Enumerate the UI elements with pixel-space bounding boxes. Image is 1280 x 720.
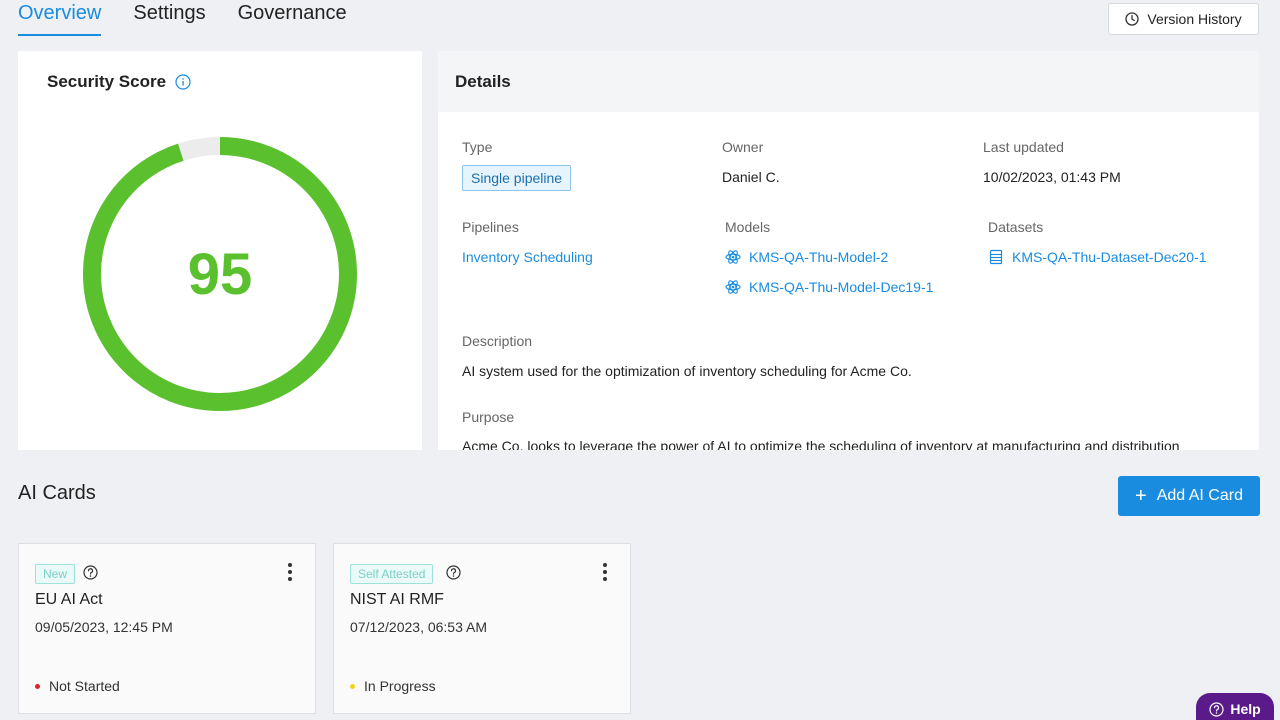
type-tag: Single pipeline: [462, 165, 572, 191]
tab-settings[interactable]: Settings: [133, 0, 205, 36]
last-updated-label: Last updated: [983, 139, 1064, 155]
security-score-label: Security Score: [47, 72, 167, 91]
status-label: Not Started: [49, 678, 120, 694]
model-link-text: KMS-QA-Thu-Model-2: [749, 249, 889, 265]
card-badge: Self Attested: [350, 564, 434, 584]
details-panel: Details Type Single pipeline Owner Danie…: [438, 51, 1259, 450]
status-dot: [350, 683, 355, 689]
status-dot: [35, 683, 40, 689]
dataset-link[interactable]: KMS-QA-Thu-Dataset-Dec20-1: [988, 249, 1207, 265]
owner-value: Daniel C.: [722, 169, 780, 185]
card-title: NIST AI RMF: [350, 591, 444, 608]
pipelines-label: Pipelines: [462, 219, 519, 235]
dataset-icon: [989, 249, 1003, 265]
purpose-value: Acme Co. looks to leverage the power of …: [462, 438, 1180, 450]
atom-icon: [725, 250, 741, 264]
security-score-title: Security Score: [47, 72, 191, 92]
ai-card[interactable]: Self Attested NIST AI RMF 07/12/2023, 06…: [333, 543, 631, 714]
card-date: 07/12/2023, 06:53 AM: [350, 619, 487, 635]
ai-card[interactable]: New EU AI Act 09/05/2023, 12:45 PM Not S…: [18, 543, 316, 714]
info-icon[interactable]: [175, 74, 191, 90]
security-score-card: Security Score 95: [18, 51, 422, 450]
type-label: Type: [462, 139, 493, 155]
model-link[interactable]: KMS-QA-Thu-Model-2: [725, 249, 888, 265]
details-title: Details: [438, 51, 1259, 112]
tab-overview[interactable]: Overview: [18, 0, 102, 36]
description-value: AI system used for the optimization of i…: [462, 363, 912, 379]
dataset-link-text: KMS-QA-Thu-Dataset-Dec20-1: [1012, 249, 1207, 265]
ai-cards-title: AI Cards: [18, 482, 96, 504]
pipeline-link[interactable]: Inventory Scheduling: [462, 249, 593, 265]
card-date: 09/05/2023, 12:45 PM: [35, 619, 173, 635]
pipeline-link-text: Inventory Scheduling: [462, 249, 593, 265]
tab-governance[interactable]: Governance: [238, 0, 347, 36]
card-title: EU AI Act: [35, 591, 103, 608]
purpose-label: Purpose: [462, 409, 515, 425]
add-ai-card-label: Add AI Card: [1156, 487, 1243, 504]
card-status: Not Started: [35, 678, 120, 694]
last-updated-value: 10/02/2023, 01:43 PM: [983, 169, 1121, 185]
add-ai-card-button[interactable]: + Add AI Card: [1118, 476, 1260, 516]
clock-icon: [1125, 12, 1140, 26]
plus-icon: +: [1135, 485, 1147, 507]
security-score-value: 95: [187, 241, 253, 307]
model-link-text: KMS-QA-Thu-Model-Dec19-1: [749, 279, 934, 295]
question-circle-icon[interactable]: [83, 565, 98, 580]
help-button[interactable]: Help: [1196, 693, 1274, 720]
card-status: In Progress: [350, 678, 436, 694]
question-circle-icon[interactable]: [446, 565, 461, 580]
kebab-menu-icon[interactable]: [602, 561, 608, 583]
status-label: In Progress: [364, 678, 436, 694]
datasets-label: Datasets: [988, 219, 1044, 235]
version-history-label: Version History: [1147, 11, 1242, 27]
kebab-menu-icon[interactable]: [287, 561, 293, 583]
owner-label: Owner: [722, 139, 764, 155]
model-link[interactable]: KMS-QA-Thu-Model-Dec19-1: [725, 279, 933, 295]
tab-bar: Overview Settings Governance: [18, 0, 379, 36]
description-label: Description: [462, 333, 533, 349]
version-history-button[interactable]: Version History: [1108, 3, 1259, 35]
atom-icon: [725, 280, 741, 294]
question-circle-icon: [1209, 701, 1224, 717]
models-label: Models: [725, 219, 771, 235]
card-badge: New: [35, 564, 76, 584]
help-label: Help: [1230, 701, 1261, 717]
